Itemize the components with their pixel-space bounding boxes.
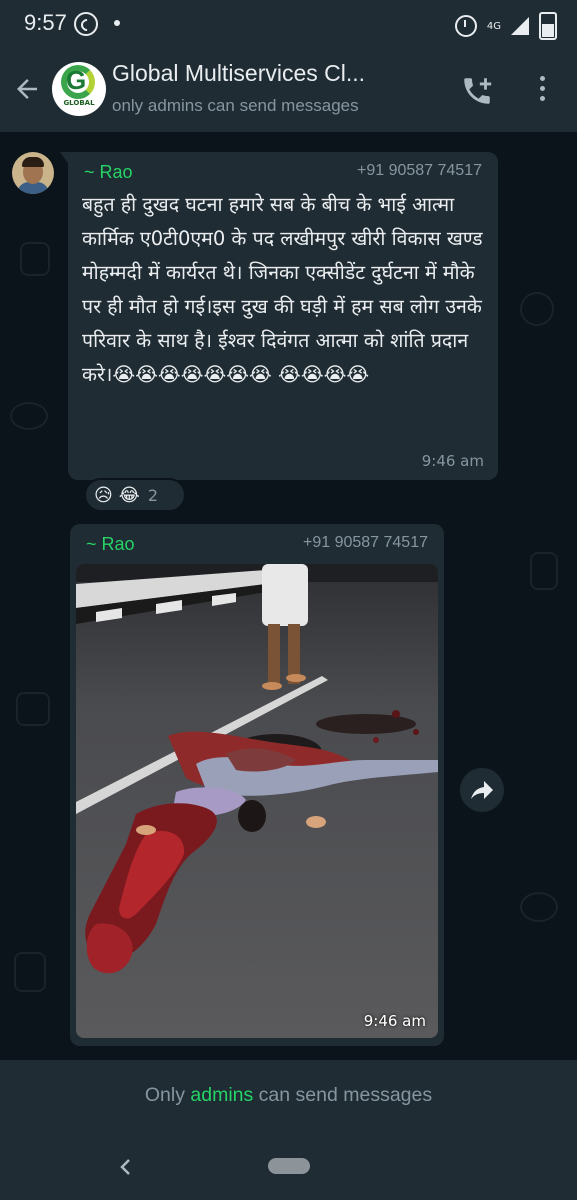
group-title[interactable]: Global Multiservices Cl... (112, 60, 432, 87)
photo-content (76, 564, 438, 1038)
nav-home-pill[interactable] (268, 1158, 310, 1174)
status-time: 9:57 (24, 10, 67, 35)
doodle-icon (16, 692, 50, 726)
message-time: 9:46 am (421, 452, 484, 470)
alarm-icon (454, 15, 477, 37)
notification-dot-icon (114, 20, 120, 26)
sender-avatar[interactable] (12, 152, 54, 194)
add-call-icon[interactable] (460, 74, 494, 108)
footer-text: Only admins can send messages (0, 1084, 577, 1107)
status-icons: 4G (454, 12, 557, 40)
footer-suffix: can send messages (253, 1084, 433, 1106)
doodle-icon (530, 552, 558, 590)
reaction-emoji: 😥 (94, 484, 113, 506)
image-message-bubble[interactable]: ~ Rao +91 90587 74517 9:46 am (70, 524, 444, 1046)
battery-icon (539, 12, 557, 40)
footer-prefix: Only (144, 1084, 191, 1106)
back-arrow-icon[interactable] (12, 74, 42, 104)
logo-text: GLOBAL (63, 99, 95, 107)
signal-icon (511, 17, 529, 35)
chat-area[interactable]: ~ Rao +91 90587 74517 बहुत ही दुखद घटना … (0, 132, 577, 1060)
doodle-icon (10, 402, 48, 430)
message-time: 9:46 am (363, 1012, 426, 1030)
group-subtitle: only admins can send messages (112, 96, 359, 115)
message-image[interactable]: 9:46 am (76, 564, 438, 1038)
message-bubble[interactable]: ~ Rao +91 90587 74517 बहुत ही दुखद घटना … (68, 152, 498, 480)
sender-phone: +91 90587 74517 (302, 534, 428, 551)
doodle-icon (20, 242, 50, 276)
reactions-badge[interactable]: 😥 😂 2 (84, 478, 186, 512)
sender-name[interactable]: ~ Rao (84, 162, 133, 183)
group-avatar[interactable]: G GLOBAL (52, 62, 106, 116)
admins-link[interactable]: admins (190, 1084, 253, 1106)
doodle-icon (14, 952, 46, 992)
logo-letter: G (66, 65, 87, 95)
doodle-icon (520, 292, 554, 326)
sender-phone: +91 90587 74517 (356, 162, 482, 179)
admin-only-footer: Only admins can send messages (0, 1060, 577, 1134)
reaction-emoji: 😂 (118, 484, 140, 506)
whatsapp-icon (74, 12, 98, 36)
doodle-icon (520, 892, 558, 922)
network-type: 4G (486, 20, 501, 32)
message-text: बहुत ही दुखद घटना हमारे सब के बीच के भाई… (82, 193, 483, 386)
forward-icon[interactable] (460, 768, 504, 812)
nav-back-icon[interactable] (118, 1158, 134, 1176)
sender-name[interactable]: ~ Rao (86, 534, 135, 555)
reaction-count: 2 (147, 485, 158, 505)
more-vert-icon[interactable] (538, 76, 546, 106)
chat-header: G GLOBAL Global Multiservices Cl... only… (0, 48, 577, 132)
status-bar: 9:57 4G (0, 0, 577, 48)
system-nav-bar (0, 1134, 577, 1200)
